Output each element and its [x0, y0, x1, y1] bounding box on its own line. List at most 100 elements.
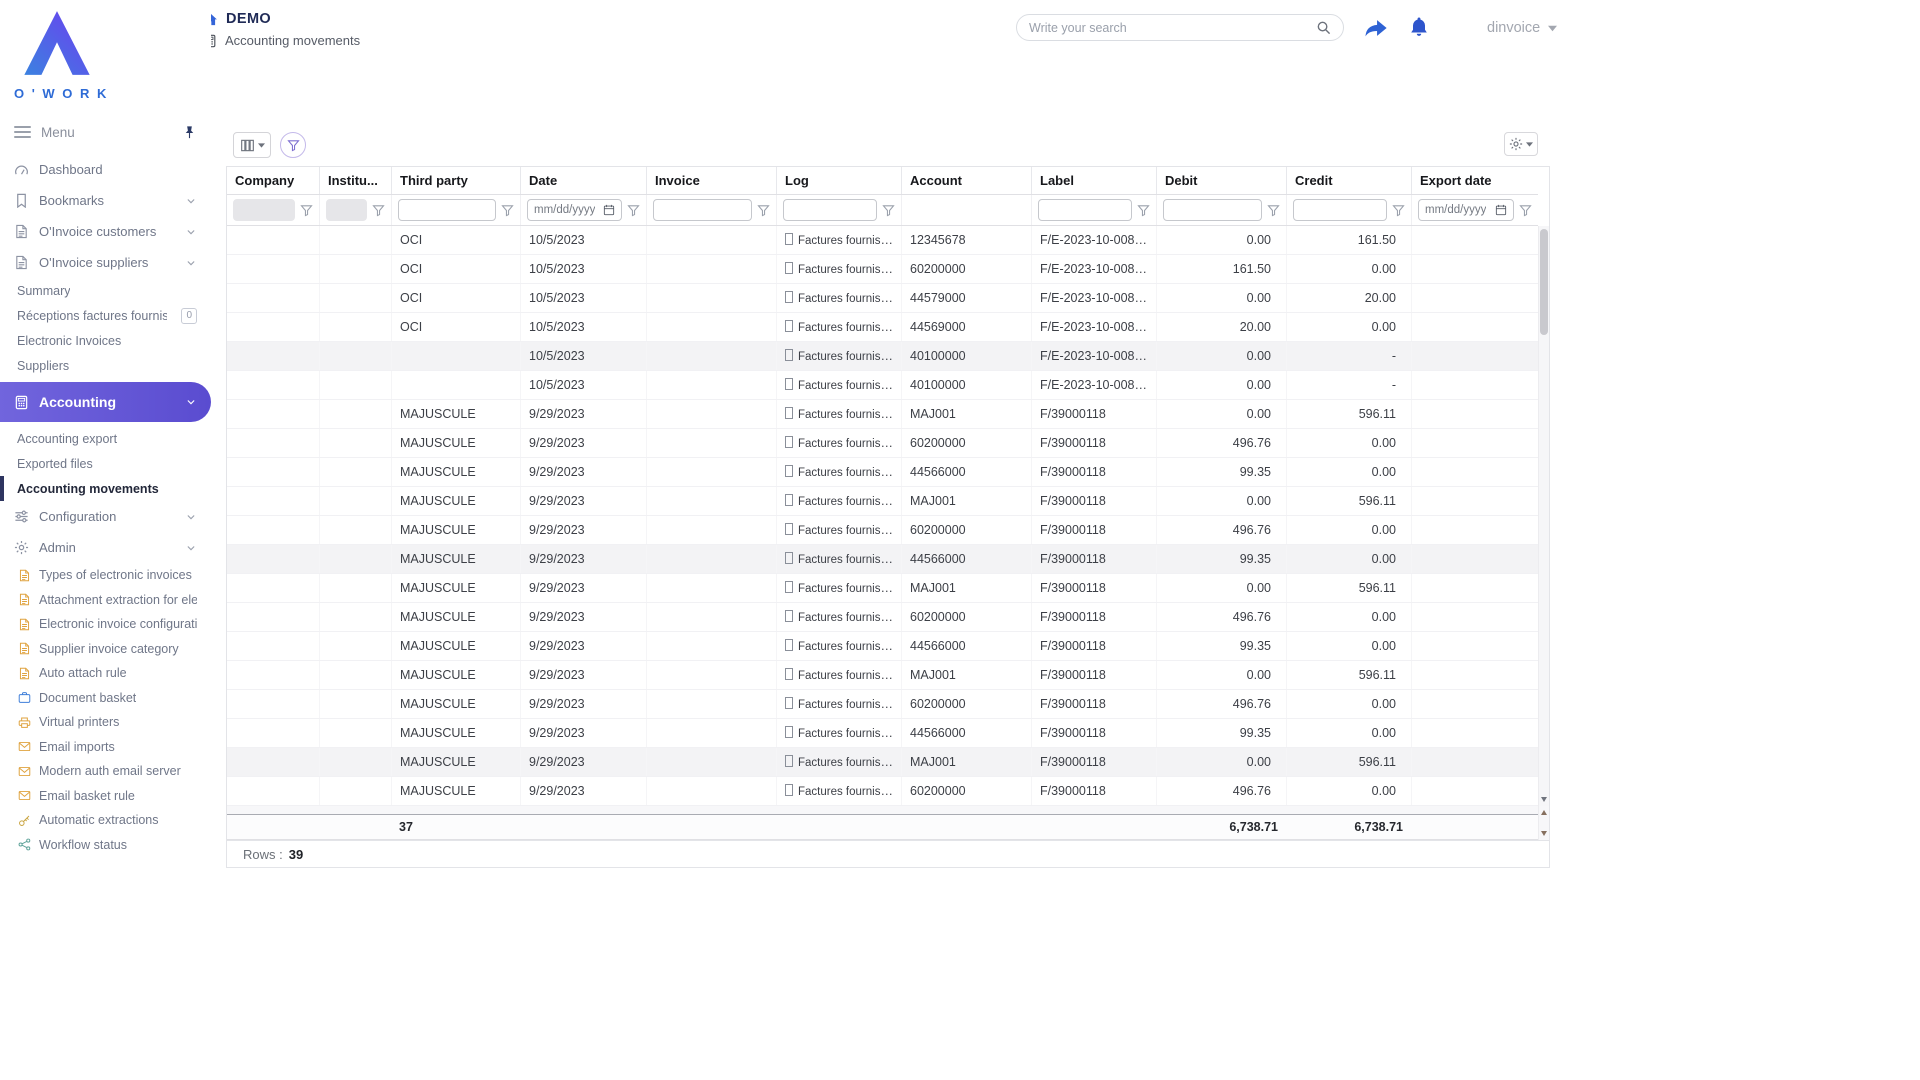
- table-row[interactable]: 10/5/2023 Factures fournisseurs 40100000 F/…: [227, 342, 1538, 371]
- sidebar-item-types-of-electronic-invoices[interactable]: Types of electronic invoices: [0, 563, 211, 588]
- cell-export_date: [1411, 255, 1538, 283]
- table-row[interactable]: MAJUSCULE 9/29/2023 Factures fournisseurs 6…: [227, 777, 1538, 806]
- filter-menu-icon[interactable]: [300, 204, 313, 217]
- sidebar-item-r-ceptions-factures-fournisseurs[interactable]: Réceptions factures fournisseurs 0: [0, 303, 211, 328]
- sidebar-item-accounting[interactable]: Accounting: [0, 382, 211, 422]
- scrollbar-thumb[interactable]: [1540, 229, 1548, 335]
- filter-menu-icon[interactable]: [1519, 204, 1532, 217]
- scroll-down-icon[interactable]: [1541, 831, 1547, 836]
- table-row[interactable]: OCI 10/5/2023 Factures fournisseurs 6020000…: [227, 255, 1538, 284]
- sidebar-item-accounting-movements[interactable]: Accounting movements: [0, 476, 211, 501]
- column-header-debit[interactable]: Debit: [1156, 167, 1286, 194]
- table-row[interactable]: MAJUSCULE 9/29/2023 Factures fournisseurs 4…: [227, 545, 1538, 574]
- filter-date-input-date[interactable]: mm/dd/yyyy: [527, 199, 622, 221]
- sidebar-item-o-invoice-customers[interactable]: O'Invoice customers: [0, 216, 211, 247]
- table-row[interactable]: MAJUSCULE 9/29/2023 Factures fournisseurs M…: [227, 574, 1538, 603]
- summary-scrollbar[interactable]: [1538, 806, 1549, 840]
- sidebar-item-configuration[interactable]: Configuration: [0, 501, 211, 532]
- table-row[interactable]: MAJUSCULE 9/29/2023 Factures fournisseurs 6…: [227, 429, 1538, 458]
- sidebar-item-o-invoice-suppliers[interactable]: O'Invoice suppliers: [0, 247, 211, 278]
- sidebar-item-accounting-export[interactable]: Accounting export: [0, 426, 211, 451]
- sidebar-item-email-imports[interactable]: Email imports: [0, 735, 211, 760]
- table-row[interactable]: MAJUSCULE 9/29/2023 Factures fournisseurs M…: [227, 748, 1538, 777]
- table-row[interactable]: OCI 10/5/2023 Factures fournisseurs 4457900…: [227, 284, 1538, 313]
- sidebar-item-automatic-extractions[interactable]: Automatic extractions: [0, 808, 211, 833]
- sidebar-item-modern-auth-email-server[interactable]: Modern auth email server: [0, 759, 211, 784]
- search-bar[interactable]: [1016, 14, 1344, 41]
- filter-input-log[interactable]: [790, 203, 870, 217]
- sidebar-item-summary[interactable]: Summary: [0, 278, 211, 303]
- summary-cell-account: [901, 815, 1031, 839]
- filter-input-label[interactable]: [1045, 203, 1125, 217]
- vertical-scrollbar[interactable]: [1538, 226, 1549, 806]
- sidebar-item-dashboard[interactable]: Dashboard: [0, 154, 211, 185]
- notifications-button[interactable]: [1407, 15, 1431, 41]
- sidebar-item-auto-attach-rule[interactable]: Auto attach rule: [0, 661, 211, 686]
- column-header-label[interactable]: Label: [1031, 167, 1156, 194]
- scroll-up-icon[interactable]: [1541, 810, 1547, 815]
- table-row[interactable]: MAJUSCULE 9/29/2023 Factures fournisseurs 6…: [227, 690, 1538, 719]
- column-header-export_date[interactable]: Export date: [1411, 167, 1538, 194]
- sidebar-item-bookmarks[interactable]: Bookmarks: [0, 185, 211, 216]
- horizontal-scrollbar[interactable]: [227, 806, 1538, 814]
- filter-toggle-button[interactable]: [280, 132, 306, 158]
- column-header-third_party[interactable]: Third party: [391, 167, 520, 194]
- filter-menu-icon[interactable]: [1392, 204, 1405, 217]
- column-header-date[interactable]: Date: [520, 167, 646, 194]
- sidebar-item-virtual-printers[interactable]: Virtual printers: [0, 710, 211, 735]
- document-icon: [18, 618, 31, 631]
- table-row[interactable]: 10/5/2023 Factures fournisseurs 40100000 F/…: [227, 371, 1538, 400]
- column-header-account[interactable]: Account: [901, 167, 1031, 194]
- sidebar-item-admin[interactable]: Admin: [0, 532, 211, 563]
- sidebar-item-email-basket-rule[interactable]: Email basket rule: [0, 784, 211, 809]
- search-input[interactable]: [1029, 20, 1308, 35]
- table-row[interactable]: MAJUSCULE 9/29/2023 Factures fournisseurs 6…: [227, 603, 1538, 632]
- column-header-credit[interactable]: Credit: [1286, 167, 1411, 194]
- hamburger-menu-icon[interactable]: [14, 125, 31, 139]
- filter-menu-icon[interactable]: [1137, 204, 1150, 217]
- scroll-down-icon[interactable]: [1541, 797, 1547, 802]
- table-row[interactable]: MAJUSCULE 9/29/2023 Factures fournisseurs M…: [227, 400, 1538, 429]
- table-row[interactable]: MAJUSCULE 9/29/2023 Factures fournisseurs 6…: [227, 516, 1538, 545]
- grid-settings-button[interactable]: [1504, 132, 1538, 156]
- table-row[interactable]: OCI 10/5/2023 Factures fournisseurs 1234567…: [227, 226, 1538, 255]
- filter-menu-icon[interactable]: [501, 204, 514, 217]
- column-chooser-button[interactable]: [233, 132, 271, 158]
- cell-credit: 0.00: [1286, 545, 1411, 573]
- sidebar-item-exported-files[interactable]: Exported files: [0, 451, 211, 476]
- table-row[interactable]: OCI 10/5/2023 Factures fournisseurs 4456900…: [227, 313, 1538, 342]
- filter-input-debit[interactable]: [1170, 203, 1255, 217]
- filter-input-third_party[interactable]: [405, 203, 489, 217]
- column-header-company[interactable]: Company: [227, 167, 319, 194]
- filter-date-input-export_date[interactable]: mm/dd/yyyy: [1418, 199, 1514, 221]
- table-row[interactable]: MAJUSCULE 9/29/2023 Factures fournisseurs 4…: [227, 632, 1538, 661]
- column-header-institution[interactable]: Institu...: [319, 167, 391, 194]
- filter-menu-icon[interactable]: [1267, 204, 1280, 217]
- cell-credit: 0.00: [1286, 719, 1411, 747]
- app-logo[interactable]: O ' W O R K: [0, 0, 211, 118]
- filter-menu-icon[interactable]: [372, 204, 385, 217]
- column-header-invoice[interactable]: Invoice: [646, 167, 776, 194]
- filter-menu-icon[interactable]: [757, 204, 770, 217]
- sidebar-item-supplier-invoice-category[interactable]: Supplier invoice category: [0, 637, 211, 662]
- table-row[interactable]: MAJUSCULE 9/29/2023 Factures fournisseurs 4…: [227, 458, 1538, 487]
- sidebar-item-workflow-status[interactable]: Workflow status: [0, 833, 211, 858]
- sidebar-item-suppliers[interactable]: Suppliers: [0, 353, 211, 378]
- column-header-log[interactable]: Log: [776, 167, 901, 194]
- sidebar-item-electronic-invoices[interactable]: Electronic Invoices: [0, 328, 211, 353]
- sidebar-item-attachment-extraction-for-electroni[interactable]: Attachment extraction for electroni: [0, 588, 211, 613]
- search-icon[interactable]: [1316, 20, 1331, 35]
- sidebar-item-label: Auto attach rule: [39, 666, 127, 681]
- filter-input-invoice[interactable]: [660, 203, 745, 217]
- table-row[interactable]: MAJUSCULE 9/29/2023 Factures fournisseurs M…: [227, 661, 1538, 690]
- filter-input-credit[interactable]: [1300, 203, 1380, 217]
- table-row[interactable]: MAJUSCULE 9/29/2023 Factures fournisseurs M…: [227, 487, 1538, 516]
- sidebar-item-document-basket[interactable]: Document basket: [0, 686, 211, 711]
- user-menu[interactable]: dinvoice: [1487, 20, 1558, 36]
- filter-menu-icon[interactable]: [882, 204, 895, 217]
- sidebar-item-electronic-invoice-configuration[interactable]: Electronic invoice configuration: [0, 612, 211, 637]
- pin-sidebar-icon[interactable]: [182, 125, 197, 140]
- share-button[interactable]: [1363, 15, 1390, 42]
- table-row[interactable]: MAJUSCULE 9/29/2023 Factures fournisseurs 4…: [227, 719, 1538, 748]
- filter-menu-icon[interactable]: [627, 204, 640, 217]
